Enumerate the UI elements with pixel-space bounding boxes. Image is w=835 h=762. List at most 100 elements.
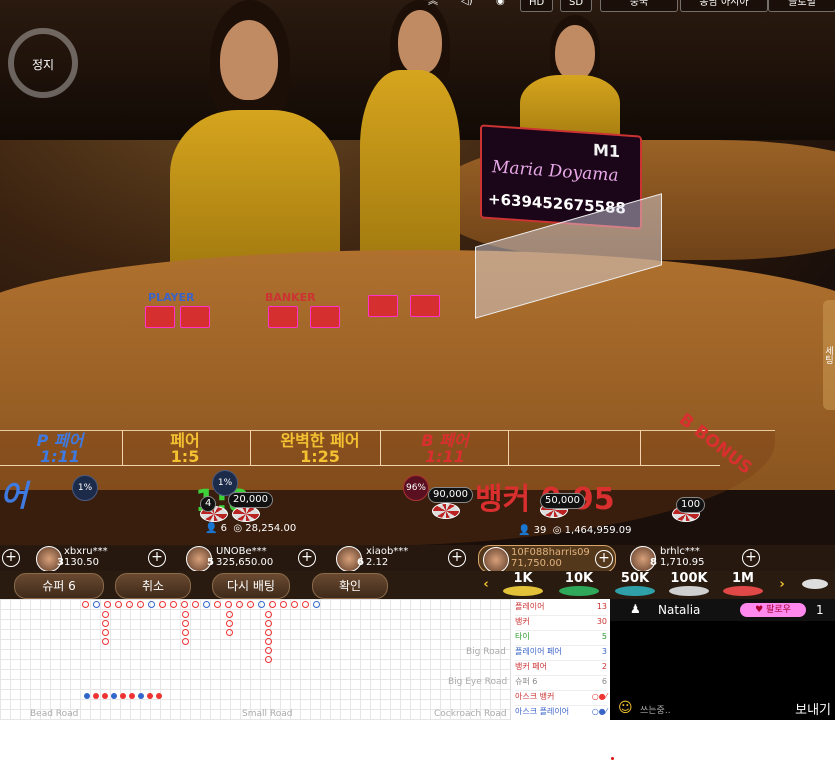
road-mark bbox=[269, 601, 276, 608]
follow-button[interactable]: ♥ 팔로우 bbox=[740, 603, 806, 617]
divider bbox=[640, 430, 641, 465]
chip-100k-label: 100K bbox=[670, 571, 708, 586]
add-seat-icon[interactable]: + bbox=[595, 550, 613, 568]
chip-1k[interactable]: 1K bbox=[500, 571, 546, 596]
stop-button[interactable]: 정지 bbox=[8, 28, 78, 98]
big-eye-road-label: Big Eye Road bbox=[448, 677, 508, 687]
banker-stats: 👤 39 ◎ 1,464,959.09 bbox=[518, 525, 631, 536]
seat-player-name: xbxru*** bbox=[64, 546, 108, 557]
table-badge: M1 bbox=[592, 140, 620, 162]
road-mark bbox=[120, 693, 126, 699]
small-road-label: Small Road bbox=[242, 709, 293, 719]
road-mark bbox=[82, 601, 89, 608]
road-mark bbox=[247, 601, 254, 608]
add-seat-icon[interactable]: + bbox=[448, 549, 466, 567]
sd-button[interactable]: SD bbox=[560, 0, 593, 12]
card bbox=[410, 295, 440, 317]
region-global-button[interactable]: 글로벌 bbox=[768, 0, 835, 12]
ask-banker-row[interactable]: 아스크 뱅커 ○●⁄ bbox=[515, 691, 607, 706]
road-mark bbox=[137, 601, 144, 608]
chevron-right-icon[interactable]: › bbox=[776, 577, 788, 592]
bet-player-pair[interactable]: P 페어 1:11 bbox=[20, 433, 100, 465]
road-mark bbox=[291, 601, 298, 608]
road-mark bbox=[111, 693, 117, 699]
confirm-button[interactable]: 확인 bbox=[312, 573, 388, 599]
seat-player-amount: 325,650.00 bbox=[216, 557, 274, 568]
road-mark bbox=[181, 601, 188, 608]
divider bbox=[0, 465, 720, 466]
chip-stack-icon[interactable] bbox=[800, 579, 830, 589]
seat-number: 5 bbox=[207, 557, 214, 568]
seat-player-amount: 130.50 bbox=[64, 557, 99, 568]
chat-input[interactable]: 쓰는중.. bbox=[640, 703, 671, 716]
bet-perfect-pair[interactable]: 완벽한 페어 1:25 bbox=[265, 433, 375, 465]
banker-bet-c: 100 bbox=[676, 497, 706, 513]
stat-value: 30 bbox=[596, 617, 607, 626]
seat-player-amount: 71,750.00 bbox=[511, 558, 562, 569]
chip-100k[interactable]: 100K bbox=[666, 571, 712, 596]
chevron-left-icon[interactable]: ‹ bbox=[480, 577, 492, 592]
road-mark bbox=[265, 629, 272, 636]
divider bbox=[250, 430, 251, 465]
settings-side-tab[interactable]: 세팅 bbox=[823, 300, 835, 410]
seat-player-name: xiaob*** bbox=[366, 546, 409, 557]
lang-china-button[interactable]: 중국 bbox=[600, 0, 678, 12]
seat-player-name: UNOBe*** bbox=[216, 546, 267, 557]
stat-label: 아스크 플레이어 bbox=[515, 707, 570, 716]
card bbox=[268, 306, 298, 328]
stat-label: 슈퍼 6 bbox=[515, 677, 538, 686]
ask-player-icons: ○●⁄ bbox=[591, 707, 607, 716]
send-button[interactable]: 보내기 bbox=[795, 699, 831, 718]
chip-icon bbox=[723, 586, 763, 596]
ask-banker-icons: ○●⁄ bbox=[591, 692, 607, 701]
banker-users: 39 bbox=[533, 525, 547, 536]
cancel-button[interactable]: 취소 bbox=[115, 573, 191, 599]
bet-banker-pair[interactable]: B 페어 1:11 bbox=[405, 433, 485, 465]
road-mark bbox=[265, 647, 272, 654]
collapse-icon[interactable]: ︽ bbox=[420, 0, 446, 10]
road-mark bbox=[182, 629, 189, 636]
sound-icon[interactable]: ◁) bbox=[453, 0, 481, 10]
action-bar: 슈퍼 6 취소 다시 배팅 확인 ‹ 1K 10K 50K 100K 1M › bbox=[0, 571, 835, 599]
road-mark bbox=[214, 601, 221, 608]
dealer-third bbox=[510, 15, 630, 145]
banker-total: 1,464,959.09 bbox=[564, 525, 632, 536]
road-mark bbox=[102, 693, 108, 699]
seat-number: 6 bbox=[357, 557, 364, 568]
super6-button[interactable]: 슈퍼 6 bbox=[14, 573, 104, 599]
tie-stats: 👤 6 ◎ 28,254.00 bbox=[205, 523, 296, 534]
bet-player[interactable]: 어 bbox=[0, 482, 28, 512]
chip-50k-label: 50K bbox=[620, 571, 650, 586]
stat-row: 플레이어 페어 3 bbox=[515, 646, 607, 661]
big-road-label: Big Road bbox=[466, 647, 506, 657]
user-icon: ♟ bbox=[630, 602, 641, 616]
hd-button[interactable]: HD bbox=[520, 0, 554, 12]
chip-50k[interactable]: 50K bbox=[612, 571, 658, 596]
settings-side-label: 세팅 bbox=[823, 346, 833, 364]
seat: 3 xbxru*** 130.50 + bbox=[14, 545, 166, 572]
card bbox=[310, 306, 340, 328]
chip-10k[interactable]: 10K bbox=[556, 571, 602, 596]
road-mark bbox=[147, 693, 153, 699]
bet-pair[interactable]: 페어 1:5 bbox=[150, 433, 220, 465]
chip-icon bbox=[559, 586, 599, 596]
region-sea-button[interactable]: 동남 아시아 bbox=[680, 0, 768, 12]
seat: 5 UNOBe*** 325,650.00 + bbox=[164, 545, 316, 572]
betting-felt bbox=[0, 430, 775, 546]
seat-player-name: brhlc*** bbox=[660, 546, 700, 557]
stat-value: 13 bbox=[596, 602, 607, 611]
ask-player-row[interactable]: 아스크 플레이어 ○●⁄ bbox=[515, 706, 607, 720]
chip-1m[interactable]: 1M bbox=[720, 571, 766, 596]
add-seat-icon[interactable]: + bbox=[742, 549, 760, 567]
emoji-icon[interactable]: ☺ bbox=[618, 700, 633, 716]
cockroach-road-label: Cockroach Road bbox=[434, 709, 507, 719]
road-map: Big Road Big Eye Road Bead Road Small Ro… bbox=[0, 599, 510, 720]
camera-icon[interactable]: ◉ bbox=[488, 0, 513, 10]
divider bbox=[508, 430, 509, 465]
road-mark bbox=[156, 693, 162, 699]
bet-perfect-pair-odds: 1:25 bbox=[300, 447, 340, 466]
tie-bet-amount: 20,000 bbox=[228, 492, 273, 508]
bet-chip bbox=[232, 506, 260, 522]
road-mark bbox=[138, 693, 144, 699]
rebet-button[interactable]: 다시 배팅 bbox=[212, 573, 290, 599]
